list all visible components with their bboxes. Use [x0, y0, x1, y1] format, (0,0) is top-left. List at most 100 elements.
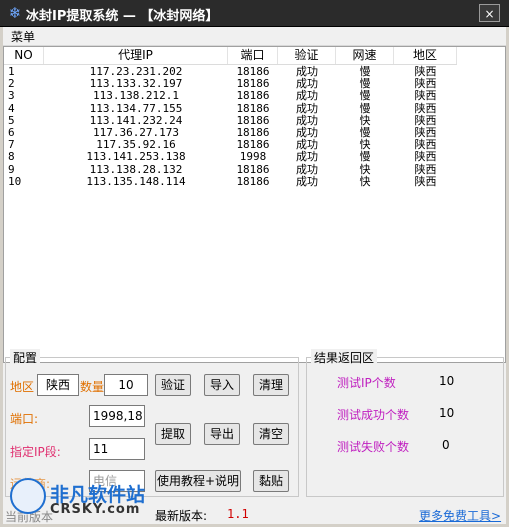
- table-cell: 8: [8, 150, 15, 164]
- table-cell: 陕西: [414, 150, 437, 164]
- table-cell: 113.134.77.155: [89, 101, 183, 115]
- window-title: 冰封IP提取系统 — 【冰封网络】: [26, 9, 219, 24]
- close-button[interactable]: ×: [479, 4, 500, 22]
- clear-button[interactable]: 清空: [253, 423, 289, 445]
- table-cell: 5: [8, 113, 15, 127]
- results-group-title: 结果返回区: [311, 349, 378, 366]
- table-cell: 18186: [236, 77, 270, 91]
- table-row[interactable]: 6 117.36.27.173 18186 成功慢陕西: [4, 127, 457, 139]
- table-cell: 成功: [296, 101, 318, 115]
- list-header: NO 代理IP 端口 验证 网速 地区: [4, 47, 457, 65]
- latest-version-value: 1.1: [227, 507, 249, 521]
- table-cell: 成功: [296, 126, 318, 139]
- test-count-label: 测试IP个数: [337, 376, 396, 390]
- extract-button[interactable]: 提取: [155, 423, 191, 445]
- region-input[interactable]: 陕西: [37, 374, 79, 396]
- table-cell: 18186: [236, 65, 270, 78]
- port-input[interactable]: 1998,1818: [89, 405, 145, 427]
- table-cell: 4: [8, 101, 15, 115]
- table-cell: 陕西: [414, 162, 437, 176]
- app-snowflake-icon: ❄: [8, 4, 22, 22]
- table-cell: 113.133.32.197: [89, 77, 183, 91]
- table-cell: 18186: [236, 126, 270, 139]
- watermark-logo-icon: [10, 478, 46, 514]
- table-cell: 18186: [236, 138, 270, 152]
- port-label: 端口:: [10, 412, 39, 426]
- table-row[interactable]: 1 117.23.231.202 18186 成功慢陕西: [4, 66, 457, 78]
- paste-button[interactable]: 黏贴: [253, 470, 289, 492]
- table-row[interactable]: 4 113.134.77.155 18186 成功 慢 陕西: [4, 101, 457, 115]
- config-group-title: 配置: [10, 349, 41, 366]
- table-cell: 18186: [236, 162, 270, 176]
- table-cell: 慢: [359, 101, 371, 115]
- table-cell: 成功: [296, 174, 318, 188]
- table-cell: 1: [8, 65, 15, 78]
- table-row[interactable]: 3 113.138.212.1 18186 成功 慢 陕西: [4, 90, 457, 102]
- table-cell: 18186: [236, 174, 270, 188]
- table-cell: 117.35.92.16: [96, 138, 176, 152]
- table-cell: 成功: [296, 65, 318, 78]
- table-row[interactable]: 8 113.141.253.138 1998 成功 慢 陕西: [4, 151, 457, 163]
- proxy-list[interactable]: NO 代理IP 端口 验证 网速 地区 1 117.23.231.202 18186…: [3, 46, 506, 363]
- table-cell: 6: [8, 126, 15, 139]
- table-cell: 1998: [239, 150, 267, 164]
- results-group: 结果返回区: [306, 349, 504, 497]
- table-row[interactable]: 9 113.138.28.132 18186 成功 快 陕西: [4, 162, 457, 176]
- table-cell: 陕西: [414, 89, 437, 103]
- menu-bar: 菜单: [3, 27, 506, 46]
- column-region[interactable]: 地区: [394, 47, 457, 64]
- table-cell: 成功: [296, 150, 318, 164]
- more-tools-link[interactable]: 更多免费工具>: [419, 507, 501, 524]
- table-cell: 慢: [359, 77, 371, 91]
- table-cell: 慢: [359, 65, 371, 78]
- column-verify[interactable]: 验证: [278, 47, 336, 64]
- table-cell: 2: [8, 77, 15, 91]
- table-cell: 117.23.231.202: [89, 65, 183, 78]
- table-row[interactable]: 7 117.35.92.16 18186 成功快陕西: [4, 139, 457, 151]
- table-cell: 成功: [296, 77, 318, 91]
- table-cell: 113.138.28.132: [89, 162, 183, 176]
- column-port[interactable]: 端口: [228, 47, 278, 64]
- table-cell: 113.138.212.1: [92, 89, 180, 103]
- clean-button[interactable]: 清理: [253, 374, 289, 396]
- watermark-subtext: CRSKY.com: [50, 502, 141, 517]
- column-speed[interactable]: 网速: [336, 47, 394, 64]
- table-cell: 成功: [296, 89, 318, 103]
- quantity-input[interactable]: 10: [104, 374, 148, 396]
- menu-item-main[interactable]: 菜单: [11, 28, 35, 45]
- client-area: 菜单 NO 代理IP 端口 验证 网速 地区 1 117.23.231.202 18…: [3, 27, 506, 524]
- table-row[interactable]: 10 113.135.148.114 18186 成功 快 陕西: [4, 174, 457, 188]
- table-cell: 113.141.253.138: [86, 150, 186, 164]
- table-cell: 快: [359, 138, 371, 152]
- title-bar: ❄ 冰封IP提取系统 — 【冰封网络】 ×: [0, 0, 509, 27]
- table-cell: 7: [8, 138, 15, 152]
- table-cell: 陕西: [414, 113, 437, 127]
- import-button[interactable]: 导入: [204, 374, 240, 396]
- table-row[interactable]: 2 113.133.32.197 18186 成功慢陕西: [4, 78, 457, 90]
- fail-count-value: 0: [442, 438, 450, 452]
- table-cell: 慢: [359, 150, 371, 164]
- table-cell: 陕西: [414, 101, 437, 115]
- table-cell: 慢: [359, 126, 371, 139]
- table-cell: 117.36.27.173: [92, 126, 180, 139]
- quantity-label: 数量: [80, 380, 105, 394]
- success-count-label: 测试成功个数: [337, 408, 410, 422]
- ip-segment-input[interactable]: 11: [89, 438, 145, 460]
- table-cell: 快: [359, 113, 371, 127]
- table-cell: 18186: [236, 101, 270, 115]
- verify-button[interactable]: 验证: [155, 374, 191, 396]
- table-cell: 10: [8, 174, 22, 188]
- table-row[interactable]: 5 113.141.232.24 18186 成功 快 陕西: [4, 113, 457, 127]
- table-cell: 快: [359, 162, 371, 176]
- column-proxy-ip[interactable]: 代理IP: [44, 47, 228, 64]
- ip-segment-label: 指定IP段:: [10, 445, 61, 459]
- table-cell: 成功: [296, 162, 318, 176]
- test-count-value: 10: [439, 374, 455, 388]
- table-cell: 成功: [296, 113, 318, 127]
- region-label: 地区: [10, 380, 35, 394]
- export-button[interactable]: 导出: [204, 423, 240, 445]
- column-no[interactable]: NO: [4, 47, 44, 64]
- fail-count-label: 测试失败个数: [337, 440, 410, 454]
- success-count-value: 10: [439, 406, 455, 420]
- table-cell: 成功: [296, 138, 318, 152]
